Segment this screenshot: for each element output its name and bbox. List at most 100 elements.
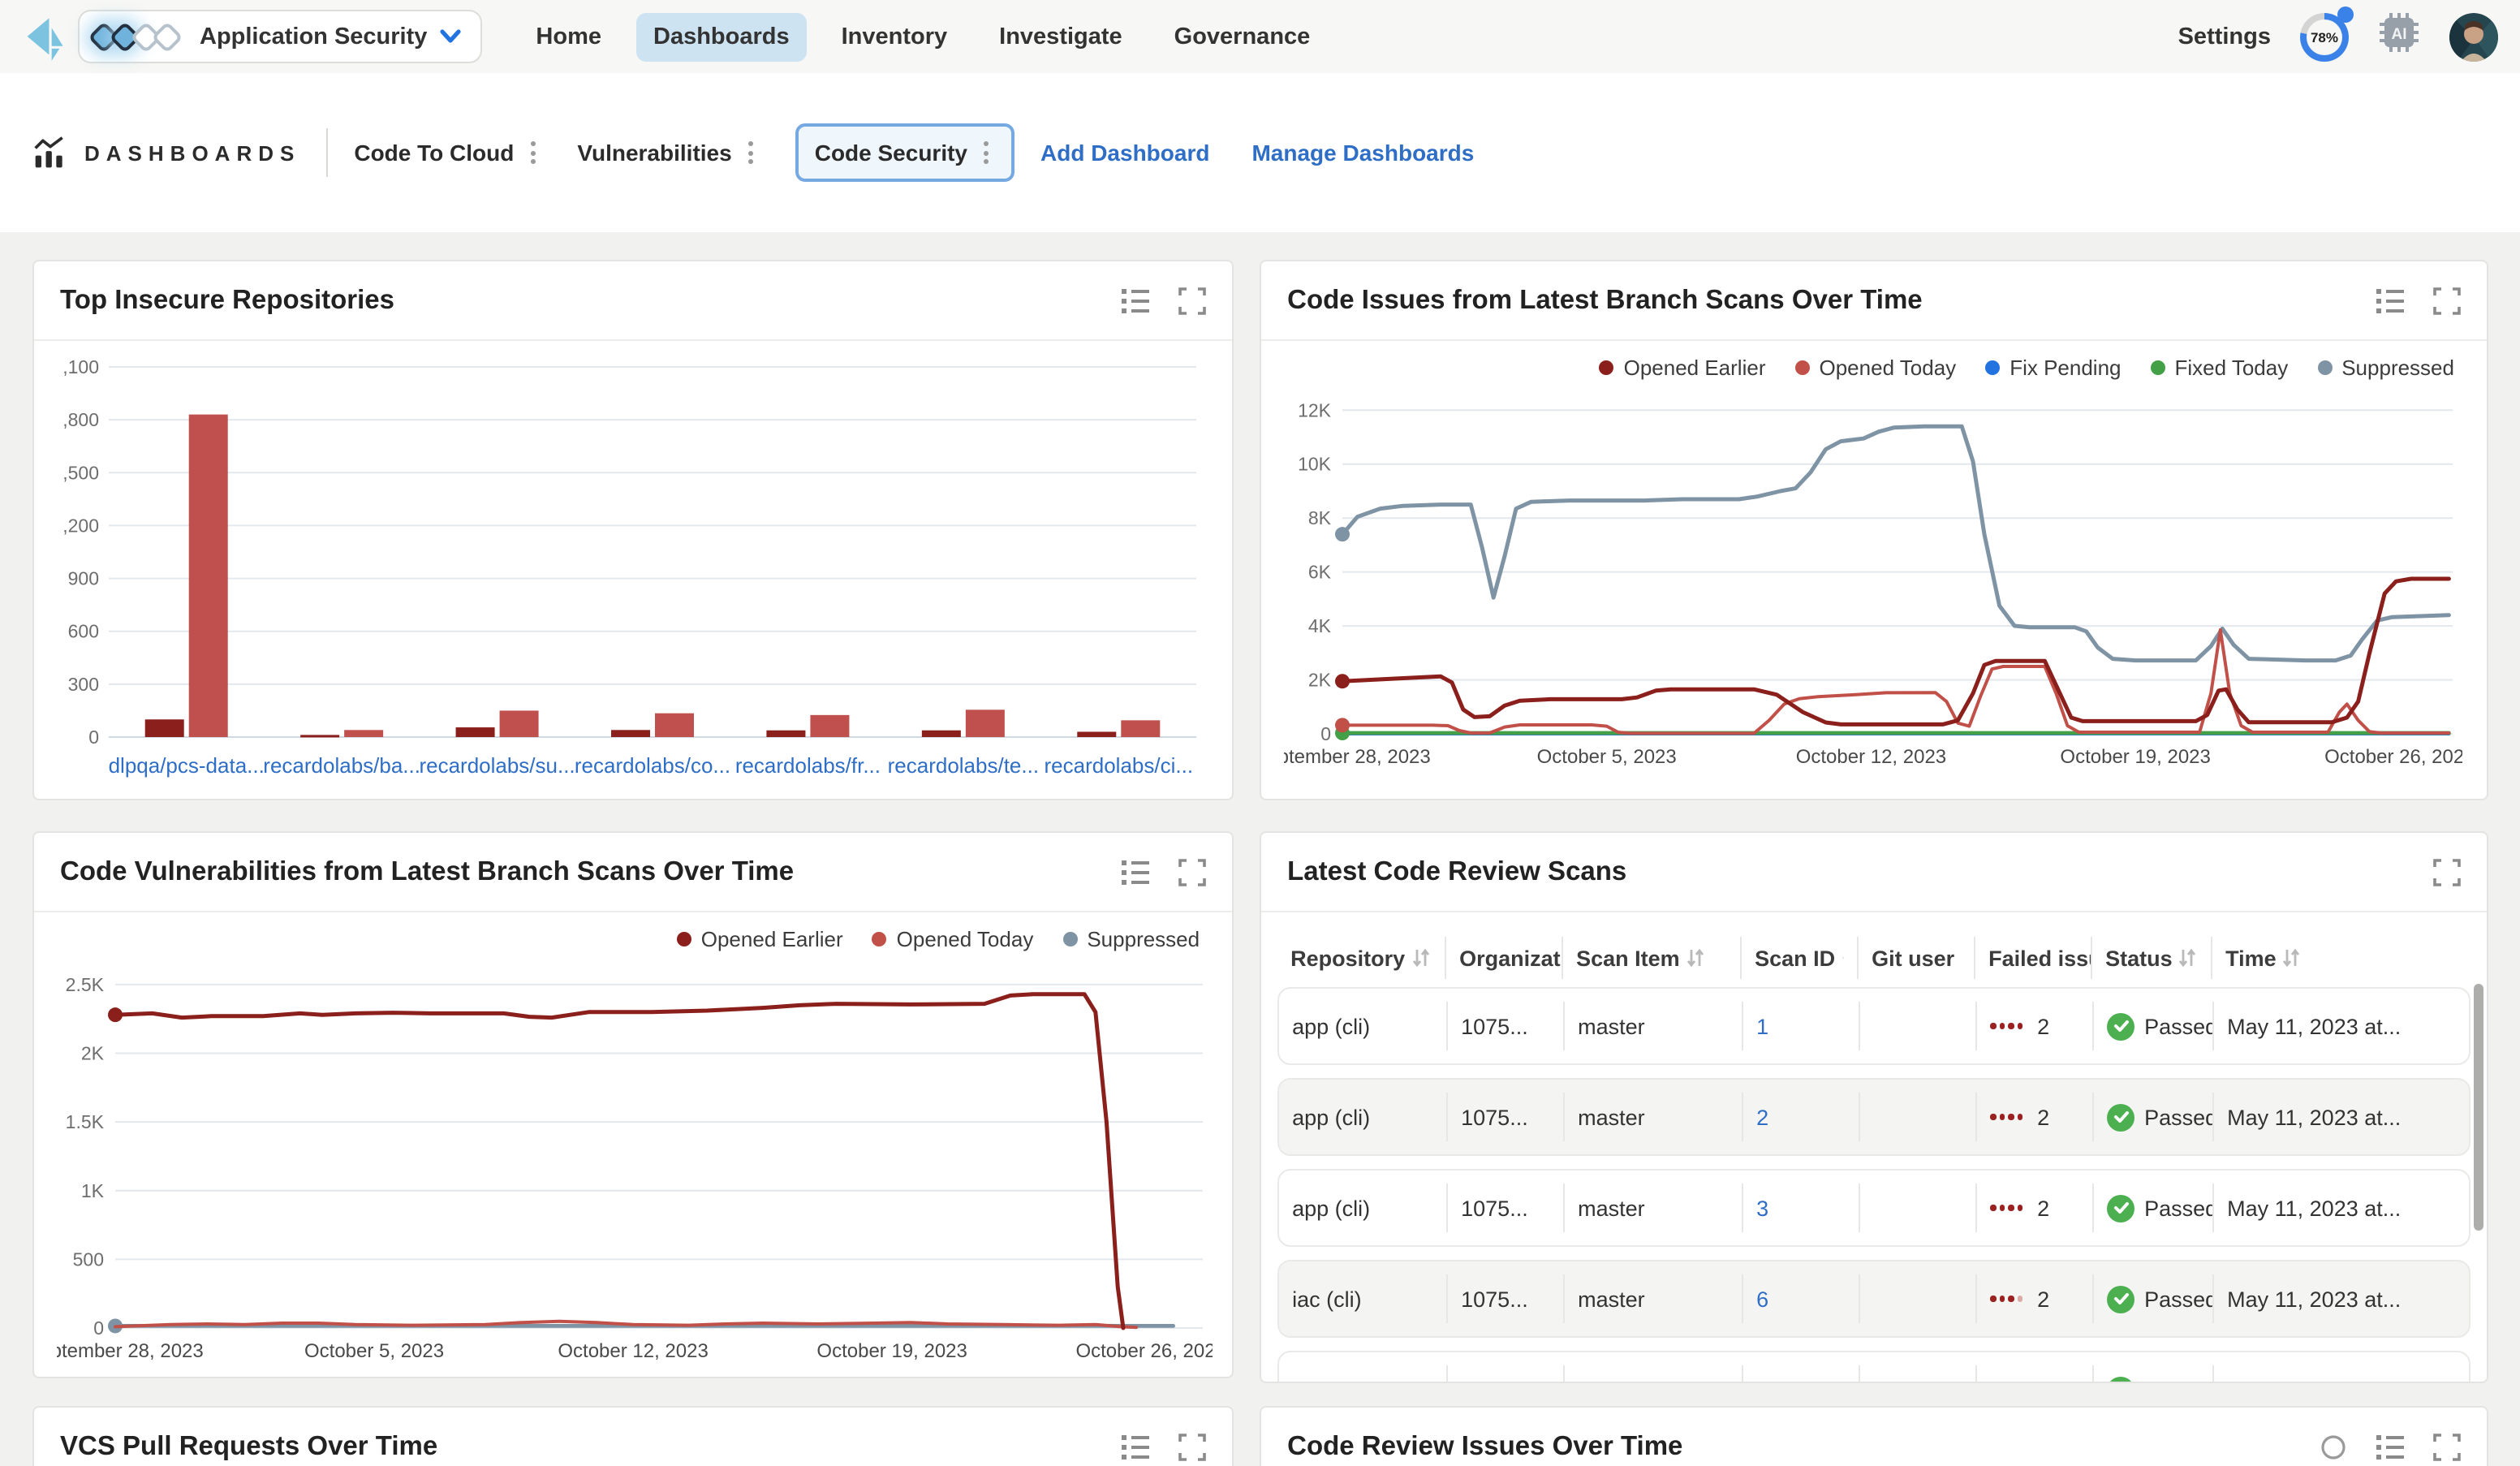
svg-text:September 28, 2023: September 28, 2023	[57, 1340, 204, 1362]
svg-text:,800: ,800	[62, 409, 99, 430]
list-view-icon[interactable]	[2376, 287, 2404, 314]
column-header-failed-issu[interactable]: Failed issu	[1975, 937, 2092, 979]
column-header-status[interactable]: Status	[2092, 937, 2212, 979]
svg-text:October 5, 2023: October 5, 2023	[1537, 746, 1677, 768]
legend-item[interactable]: Opened Earlier	[677, 926, 843, 951]
sort-icon	[2283, 948, 2301, 968]
cell-scan-id: 1	[1743, 1365, 1860, 1383]
nav-item-dashboards[interactable]: Dashboards	[635, 12, 808, 61]
panel-title: Code Issues from Latest Branch Scans Ove…	[1287, 285, 1923, 316]
usage-progress-ring[interactable]: 78%	[2300, 12, 2349, 61]
panel-latest-code-review-scans: Latest Code Review Scans RepositoryOrgan…	[1260, 831, 2488, 1383]
dashboard-tab-code-to-cloud[interactable]: Code To Cloud	[354, 138, 541, 167]
bar-category-link[interactable]: recardolabs/ci...	[1045, 753, 1194, 778]
expand-icon[interactable]	[2433, 858, 2461, 886]
module-selector-dropdown[interactable]: Application Security	[78, 10, 482, 63]
legend-item[interactable]: Suppressed	[1062, 926, 1200, 951]
nav-item-investigate[interactable]: Investigate	[981, 12, 1140, 61]
cell-scan-item: master	[1565, 1002, 1743, 1050]
panel-code-issues-over-time: Code Issues from Latest Branch Scans Ove…	[1260, 260, 2488, 800]
scan-id-link[interactable]: 2	[1756, 1105, 1768, 1129]
column-header-scan-item[interactable]: Scan Item	[1563, 937, 1742, 979]
cell-organization: 1075...	[1448, 1365, 1565, 1383]
line-chart-code-vulnerabilities: Opened EarlierOpened TodaySuppressed 2.5…	[34, 912, 1232, 1367]
table-row[interactable]: app (cli)1075...master22PassedMay 11, 20…	[1277, 1078, 2470, 1156]
tab-menu-kebab-icon[interactable]	[977, 138, 995, 167]
code-review-scans-table: RepositoryOrganizatScan ItemScan IDGit u…	[1261, 912, 2487, 1383]
column-header-organizat[interactable]: Organizat	[1446, 937, 1563, 979]
user-avatar[interactable]	[2449, 12, 2498, 61]
cell-failed-issues: 2	[1977, 1002, 2094, 1050]
svg-text:600: 600	[68, 621, 99, 642]
topnav-right: Settings 78% AI	[2178, 11, 2498, 62]
bar-category-link[interactable]: dlpqa/pcs-data...	[109, 753, 265, 778]
list-view-icon[interactable]	[2376, 1433, 2404, 1460]
table-scrollbar[interactable]	[2474, 984, 2483, 1231]
bar-category-link[interactable]: recardolabs/co...	[575, 753, 730, 778]
bar-category-link[interactable]: recardolabs/te...	[888, 753, 1039, 778]
severity-dots-icon	[1990, 1205, 2022, 1211]
bar-category-link[interactable]: recardolabs/fr...	[735, 753, 881, 778]
bar-category-link[interactable]: recardolabs/su...	[419, 753, 575, 778]
nav-item-governance[interactable]: Governance	[1157, 12, 1329, 61]
list-view-icon[interactable]	[1122, 1433, 1149, 1460]
scan-id-link[interactable]: 3	[1756, 1196, 1768, 1220]
svg-text:October 19, 2023: October 19, 2023	[2061, 746, 2211, 768]
svg-text:300: 300	[68, 674, 99, 695]
severity-dots-icon	[1990, 1024, 2022, 1029]
scan-id-link[interactable]: 1	[1756, 1014, 1768, 1038]
notification-dot	[2337, 6, 2354, 22]
cell-time: May 12, 2023 at...	[2214, 1365, 2469, 1383]
svg-text:2K: 2K	[81, 1043, 105, 1064]
cell-scan-item: master	[1565, 1365, 1743, 1383]
dashboards-bar: DASHBOARDS Code To CloudVulnerabilitiesC…	[0, 73, 2520, 232]
expand-icon[interactable]	[1178, 858, 1206, 886]
legend-item[interactable]: Fixed Today	[2151, 355, 2289, 379]
expand-icon[interactable]	[1178, 1433, 1206, 1460]
refresh-spinner-icon	[2320, 1433, 2347, 1460]
scan-id-link[interactable]: 1	[1756, 1378, 1768, 1383]
cell-failed-issues: 2	[1977, 1093, 2094, 1141]
table-row[interactable]: app (cli)1075...master12PassedMay 11, 20…	[1277, 987, 2470, 1065]
manage-dashboards-link[interactable]: Manage Dashboards	[1251, 140, 1474, 166]
legend-item[interactable]: Fix Pending	[1985, 355, 2121, 379]
panel-code-vulnerabilities-over-time: Code Vulnerabilities from Latest Branch …	[32, 831, 1234, 1378]
column-header-time[interactable]: Time	[2212, 937, 2470, 979]
scan-id-link[interactable]: 6	[1756, 1287, 1768, 1311]
column-header-repository[interactable]: Repository	[1277, 937, 1446, 979]
table-row[interactable]: iac (cli)1075...master62PassedMay 11, 20…	[1277, 1260, 2470, 1338]
table-row[interactable]: app (cli)1075...master32PassedMay 11, 20…	[1277, 1169, 2470, 1247]
legend-item[interactable]: Opened Today	[872, 926, 1034, 951]
legend-item[interactable]: Opened Earlier	[1600, 355, 1766, 379]
expand-icon[interactable]	[2433, 287, 2461, 314]
dashboard-tabs: Code To Cloud Vulnerabilities Code Securit…	[354, 123, 1040, 182]
expand-icon[interactable]	[1178, 287, 1206, 314]
cell-status: Passed	[2094, 1093, 2214, 1141]
svg-text:500: 500	[73, 1248, 104, 1270]
legend-item[interactable]: Suppressed	[2317, 355, 2454, 379]
add-dashboard-link[interactable]: Add Dashboard	[1040, 140, 1209, 166]
list-view-icon[interactable]	[1122, 287, 1149, 314]
modules-icon	[93, 19, 187, 54]
settings-link[interactable]: Settings	[2178, 24, 2271, 50]
tab-menu-kebab-icon[interactable]	[523, 138, 541, 167]
svg-text:900: 900	[68, 568, 99, 589]
status-passed-check-icon	[2107, 1376, 2134, 1383]
dashboard-tab-code-security[interactable]: Code Security	[795, 123, 1014, 182]
ai-copilot-icon[interactable]: AI	[2378, 11, 2420, 62]
bar-category-link[interactable]: recardolabs/ba...	[263, 753, 420, 778]
list-view-icon[interactable]	[1122, 858, 1149, 886]
svg-text:1.5K: 1.5K	[66, 1111, 105, 1132]
tab-menu-kebab-icon[interactable]	[742, 138, 760, 167]
dashboard-content: Top Insecure Repositories ,100,800,500,2…	[0, 232, 2520, 1466]
legend-item[interactable]: Opened Today	[1795, 355, 1957, 379]
nav-item-home[interactable]: Home	[518, 12, 619, 61]
expand-icon[interactable]	[2433, 1433, 2461, 1460]
cell-time: May 11, 2023 at...	[2214, 1274, 2469, 1323]
nav-item-inventory[interactable]: Inventory	[824, 12, 966, 61]
dashboard-tab-vulnerabilities[interactable]: Vulnerabilities	[577, 138, 759, 167]
svg-text:0: 0	[93, 1317, 104, 1339]
table-row[interactable]: code (cli)1075...master110PassedMay 12, …	[1277, 1351, 2470, 1383]
column-header-scan-id[interactable]: Scan ID	[1742, 937, 1859, 979]
column-header-git-user[interactable]: Git user	[1859, 937, 1975, 979]
